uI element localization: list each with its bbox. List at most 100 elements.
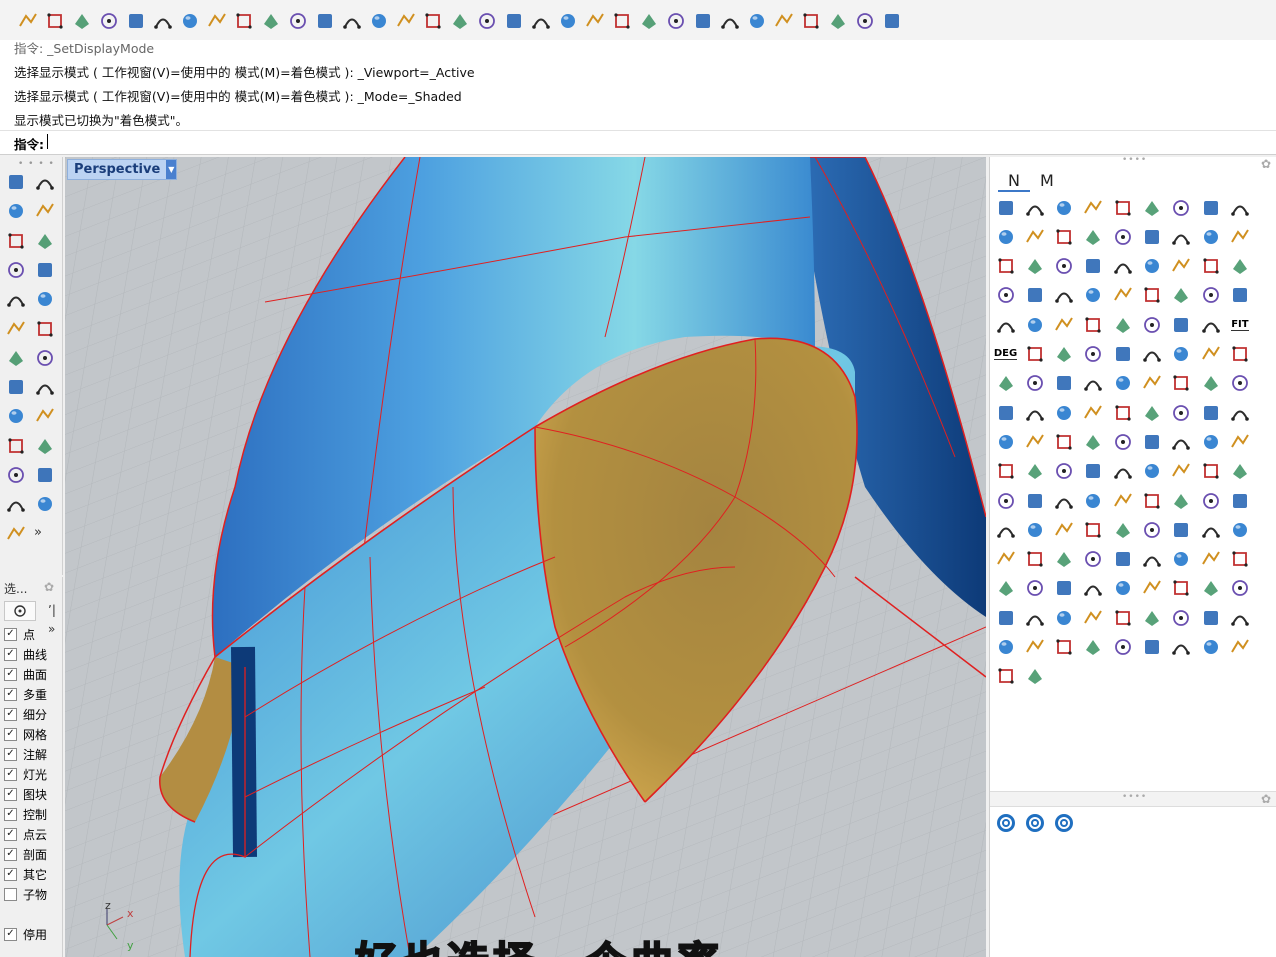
toolbox-tool-icon[interactable] bbox=[1226, 604, 1253, 631]
toolbox-tool-icon[interactable] bbox=[1168, 575, 1195, 602]
toolbox-tool-icon[interactable] bbox=[1139, 516, 1166, 543]
toolbox-tool-icon[interactable] bbox=[1226, 634, 1253, 661]
help-icon[interactable] bbox=[878, 8, 905, 34]
toolbox-tool-icon[interactable] bbox=[1109, 370, 1136, 397]
cylinder-icon[interactable] bbox=[3, 374, 29, 400]
viewport-title-tab[interactable]: Perspective ▼ bbox=[67, 159, 178, 180]
polygon-icon[interactable] bbox=[3, 286, 29, 312]
toolbox-tool-icon[interactable] bbox=[1080, 282, 1107, 309]
toolbox-tool-icon[interactable] bbox=[1021, 223, 1048, 250]
toolbox-tool-icon[interactable] bbox=[992, 253, 1019, 280]
render-tool-icon[interactable] bbox=[992, 809, 1019, 836]
toolbox-tool-icon[interactable] bbox=[992, 428, 1019, 455]
import-icon[interactable] bbox=[122, 8, 149, 34]
toolbox-tool-icon[interactable] bbox=[1080, 399, 1107, 426]
filter-checkbox[interactable]: ✓ bbox=[4, 927, 17, 941]
toolbox-tool-icon[interactable] bbox=[1197, 223, 1224, 250]
toolbox-tool-icon[interactable] bbox=[1051, 604, 1078, 631]
toolbox-tool-icon[interactable] bbox=[1109, 516, 1136, 543]
new-file-icon[interactable] bbox=[14, 8, 41, 34]
toolbox-tool-icon[interactable] bbox=[1080, 194, 1107, 221]
filter-item[interactable]: ✓ 控制 bbox=[4, 805, 47, 823]
toolbox-tool-icon[interactable] bbox=[1021, 194, 1048, 221]
toolbox-tool-icon[interactable] bbox=[1139, 575, 1166, 602]
toolbar-grip[interactable]: • • • • bbox=[18, 159, 55, 169]
toolbox-tool-icon[interactable] bbox=[1051, 575, 1078, 602]
filter-checkbox[interactable]: ✓ bbox=[4, 807, 17, 821]
four-views-icon[interactable] bbox=[446, 8, 473, 34]
toolbox-tool-icon[interactable] bbox=[1197, 575, 1224, 602]
panel-gear-icon[interactable]: ✿ bbox=[44, 580, 54, 594]
toolbox-tool-icon[interactable] bbox=[992, 399, 1019, 426]
filter-checkbox[interactable]: ✓ bbox=[4, 867, 17, 881]
panel-grip[interactable]: •••• bbox=[1122, 155, 1147, 165]
car-icon[interactable] bbox=[473, 8, 500, 34]
toolbox-tool-icon[interactable] bbox=[1051, 311, 1078, 338]
filter-checkbox[interactable]: ✓ bbox=[4, 767, 17, 781]
toolbox-tool-icon[interactable] bbox=[1139, 604, 1166, 631]
layer-icon[interactable] bbox=[635, 8, 662, 34]
toolbox-tool-icon[interactable] bbox=[1021, 428, 1048, 455]
toolbox-tool-icon[interactable] bbox=[1168, 341, 1195, 368]
toolbox-tool-icon[interactable] bbox=[1051, 546, 1078, 573]
toolbox-tool-icon[interactable] bbox=[1080, 634, 1107, 661]
filter-item[interactable]: ✓ 曲线 bbox=[4, 645, 47, 663]
toolbox-tool-icon[interactable] bbox=[1109, 341, 1136, 368]
toolbox-tool-icon[interactable] bbox=[1051, 487, 1078, 514]
toolbox-tool-icon[interactable] bbox=[1021, 516, 1048, 543]
filter-tab-icon[interactable] bbox=[4, 601, 36, 621]
perspective-viewport[interactable]: z x y Perspective ▼ 好也选择一个曲率 bbox=[65, 157, 986, 957]
toolbox-tool-icon[interactable] bbox=[1197, 428, 1224, 455]
toolbox-tool-icon[interactable] bbox=[1021, 634, 1048, 661]
filter-checkbox[interactable]: ✓ bbox=[4, 827, 17, 841]
filter-item[interactable]: ✓ 曲面 bbox=[4, 665, 47, 683]
toolbox-tool-icon[interactable] bbox=[1168, 253, 1195, 280]
toolbox-tool-icon[interactable] bbox=[1168, 399, 1195, 426]
toolbox-tool-icon[interactable] bbox=[992, 194, 1019, 221]
toolbox-tool-icon[interactable] bbox=[1051, 370, 1078, 397]
toolbox-tool-icon[interactable] bbox=[1226, 253, 1253, 280]
toolbox-tool-icon[interactable] bbox=[1168, 604, 1195, 631]
toolbox-tool-icon[interactable] bbox=[1139, 428, 1166, 455]
mesh-icon[interactable] bbox=[32, 374, 58, 400]
toolbox-tool-icon[interactable] bbox=[1168, 634, 1195, 661]
undo-icon[interactable] bbox=[230, 8, 257, 34]
lock-icon[interactable] bbox=[608, 8, 635, 34]
toolbox-tool-icon[interactable] bbox=[1021, 663, 1048, 690]
toolbox-tool-icon[interactable] bbox=[1080, 487, 1107, 514]
toolbox-tool-icon[interactable] bbox=[1168, 370, 1195, 397]
filter-checkbox[interactable]: ✓ bbox=[4, 667, 17, 681]
toolbox-tool-icon[interactable] bbox=[1051, 634, 1078, 661]
toolbox-tool-icon[interactable] bbox=[1021, 253, 1048, 280]
toolbox-tool-icon[interactable] bbox=[1139, 546, 1166, 573]
tab-n[interactable]: N bbox=[998, 171, 1030, 192]
toolbox-tool-icon[interactable] bbox=[1051, 253, 1078, 280]
toolbox-tool-icon[interactable] bbox=[1109, 546, 1136, 573]
tab-m[interactable]: M bbox=[1030, 171, 1064, 192]
extrude-icon[interactable] bbox=[32, 316, 58, 342]
toolbox-tool-icon[interactable] bbox=[1139, 253, 1166, 280]
surface-icon[interactable] bbox=[3, 316, 29, 342]
text-icon[interactable] bbox=[3, 521, 29, 547]
toolbox-tool-icon[interactable] bbox=[1051, 428, 1078, 455]
toolbox-tool-icon[interactable] bbox=[1109, 458, 1136, 485]
toolbox-tool-icon[interactable] bbox=[1139, 458, 1166, 485]
toolbox-tool-icon[interactable] bbox=[1197, 487, 1224, 514]
filter-checkbox[interactable]: ✓ bbox=[4, 847, 17, 861]
filter-checkbox[interactable]: ✓ bbox=[4, 727, 17, 741]
color-wheel-icon[interactable] bbox=[662, 8, 689, 34]
transform-icon[interactable] bbox=[3, 403, 29, 429]
flag-icon[interactable] bbox=[770, 8, 797, 34]
toolbox-tool-icon[interactable] bbox=[992, 311, 1019, 338]
toolbox-tool-icon[interactable] bbox=[1168, 487, 1195, 514]
toolbox-tool-icon[interactable] bbox=[992, 634, 1019, 661]
toolbox-tool-icon[interactable] bbox=[1080, 458, 1107, 485]
toolbox-tool-icon[interactable] bbox=[1197, 282, 1224, 309]
circle-icon[interactable] bbox=[3, 228, 29, 254]
render-settings-icon[interactable] bbox=[1021, 809, 1048, 836]
toolbox-tool-icon[interactable] bbox=[1139, 194, 1166, 221]
toolbox-tool-icon[interactable] bbox=[1168, 428, 1195, 455]
toolbox-tool-icon[interactable] bbox=[1080, 341, 1107, 368]
toolbox-tool-icon[interactable] bbox=[1051, 282, 1078, 309]
curve-cv-icon[interactable] bbox=[32, 198, 58, 224]
